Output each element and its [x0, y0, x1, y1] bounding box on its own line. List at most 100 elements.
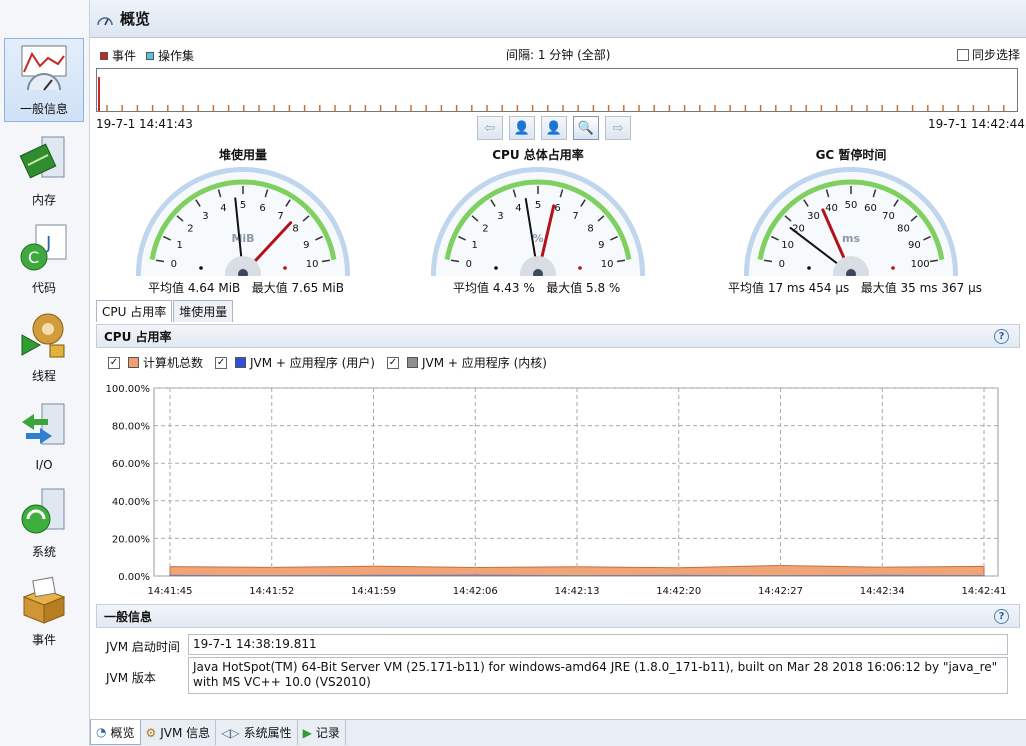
gauge-tick-label: 3 [202, 211, 208, 222]
x-tick-label: 14:41:59 [351, 586, 396, 597]
legend-jvm-user[interactable]: ✓ JVM + 应用程序 (用户) [215, 354, 375, 371]
gauge-tick-label: 1 [176, 240, 182, 251]
data-point [372, 575, 375, 577]
tab-recording[interactable]: ▶ 记录 [298, 720, 346, 745]
nav-general-info[interactable]: 一般信息 [4, 38, 84, 122]
ops-swatch [146, 52, 154, 60]
back-button[interactable]: ⇦ [477, 116, 503, 140]
chart-tabs: CPU 占用率 堆使用量 [96, 300, 234, 322]
tab-heap-usage[interactable]: 堆使用量 [173, 300, 234, 322]
gauge-tick-label: 2 [187, 224, 193, 235]
jvm-start-value[interactable]: 19-7-1 14:38:19.811 [188, 634, 1008, 655]
legend-checkbox[interactable]: ✓ [108, 356, 120, 369]
sync-checkbox[interactable] [956, 48, 969, 61]
gauge-avg-dot [199, 266, 203, 270]
gauge-tick-label: 5 [240, 200, 246, 211]
nav-label: I/O [35, 458, 53, 472]
y-tick-label: 20.00% [112, 534, 150, 545]
nav-memory[interactable]: 内存 [4, 128, 84, 212]
timeline-end: 19-7-1 14:42:44 [928, 117, 1025, 131]
gauge-tick-label: 40 [825, 203, 838, 214]
gauge-tick-label: 4 [515, 203, 521, 214]
overview-icon: ◔ [96, 725, 107, 739]
left-nav: 一般信息 内存 J C 代码 线程 I/O 系统 事件 [0, 0, 90, 746]
gauge-avg-dot [494, 266, 498, 270]
nav-code[interactable]: J C 代码 [4, 216, 84, 300]
zoom-button[interactable]: 👤 [541, 116, 567, 140]
gauge-tick-label: 100 [911, 259, 930, 270]
gauge-tick-label: 90 [908, 240, 921, 251]
jvm-version-value[interactable]: Java HotSpot(TM) 64-Bit Server VM (25.17… [188, 657, 1008, 694]
timeline-ticks [106, 105, 1005, 111]
tab-overview[interactable]: ◔ 概览 [90, 720, 141, 745]
properties-icon: ◁▷ [221, 725, 240, 740]
nav-events[interactable]: 事件 [4, 568, 84, 652]
data-point [779, 564, 782, 567]
cpu-gauge: 0 123 4 5 6 789 10% [431, 167, 645, 276]
gauge-max-dot [891, 266, 895, 270]
legend-jvm-kernel[interactable]: ✓ JVM + 应用程序 (内核) [386, 354, 547, 371]
nav-threads[interactable]: 线程 [4, 304, 84, 388]
data-point [169, 575, 171, 577]
events-icon [22, 576, 66, 624]
tab-label: JVM 信息 [160, 726, 211, 740]
legend-ops[interactable]: 操作集 [146, 47, 194, 64]
legend-checkbox[interactable]: ✓ [386, 356, 399, 369]
cpu-usage-chart[interactable]: 100.00% 80.00% 60.00% 40.00% 20.00% 0.00% 14:4… [96, 376, 1020, 602]
legend-ops-label: 操作集 [158, 49, 195, 63]
data-point [881, 566, 884, 568]
interval-label: 间隔: 1 分钟 (全部) [506, 48, 611, 62]
legend-total[interactable]: ✓ 计算机总数 [108, 354, 203, 371]
general-info-title: 一般信息 [104, 609, 153, 624]
y-tick-label: 0.00% [118, 572, 150, 583]
tab-jvm-info[interactable]: ⚙ JVM 信息 [141, 720, 217, 745]
gc-stats: 平均值 17 ms 454 μs 最大值 35 ms 367 μs [728, 279, 982, 296]
io-icon [22, 403, 65, 445]
y-tick-label: 80.00% [112, 422, 150, 433]
help-icon[interactable]: ? [994, 329, 1009, 344]
x-tick-label: 14:42:20 [656, 586, 701, 597]
nav-io[interactable]: I/O [4, 392, 84, 476]
gauge-max-dot [283, 266, 287, 270]
gauge-unit: ms [842, 232, 860, 245]
jvm-version-label: JVM 版本 [106, 671, 156, 685]
code-icon: J C [20, 224, 67, 271]
data-point [474, 566, 477, 569]
gauge-tick-label: 4 [220, 203, 226, 214]
general-info-header: 一般信息 ? [96, 604, 1020, 628]
jvm-start-label: JVM 启动时间 [106, 640, 180, 654]
legend-checkbox[interactable]: ✓ [215, 356, 228, 369]
general-info-icon [21, 45, 67, 91]
back-arrow-icon: ⇦ [484, 120, 496, 136]
data-point [576, 575, 578, 577]
event-marker [98, 77, 100, 111]
help-icon[interactable]: ? [994, 609, 1009, 624]
legend-events[interactable]: 事件 [100, 47, 136, 64]
gauge-unit: MiB [231, 232, 254, 245]
gc-max: 最大值 35 ms 367 μs [860, 281, 982, 295]
tab-cpu-usage[interactable]: CPU 占用率 [96, 300, 173, 322]
data-point [983, 565, 985, 568]
x-tick-label: 14:42:06 [453, 586, 498, 597]
cpu-avg: 平均值 4.43 % [453, 281, 535, 295]
events-swatch [100, 52, 108, 60]
event-timeline[interactable] [96, 68, 1018, 112]
threads-icon [21, 313, 65, 358]
zoom-out-button[interactable]: 👤 [509, 116, 535, 140]
nav-system[interactable]: 系统 [4, 480, 84, 564]
forward-button[interactable]: ⇨ [605, 116, 631, 140]
gauge-tick-label: 1 [471, 240, 477, 251]
gauge-tick-label: 80 [897, 224, 910, 235]
cpu-legend: ✓ 计算机总数 ✓ JVM + 应用程序 (用户) ✓ JVM + 应用程序 (… [108, 354, 553, 371]
page-title: 概览 [120, 10, 151, 28]
gauge-max-dot [578, 266, 582, 270]
tab-system-properties[interactable]: ◁▷ 系统属性 [216, 720, 298, 745]
jvm-info-icon: ⚙ [145, 725, 157, 740]
events-legend-row: 事件 操作集 间隔: 1 分钟 (全部) 同步选择 [96, 44, 1020, 64]
sync-selection[interactable]: 同步选择 [956, 46, 1020, 63]
gauge-title-cpu: CPU 总体占用率 [492, 148, 584, 162]
tab-label: 记录 [315, 726, 340, 740]
svg-text:C: C [28, 248, 39, 267]
zoom-in-button[interactable]: 🔍 [573, 116, 599, 140]
gauge-tick-label: 10 [601, 259, 614, 270]
